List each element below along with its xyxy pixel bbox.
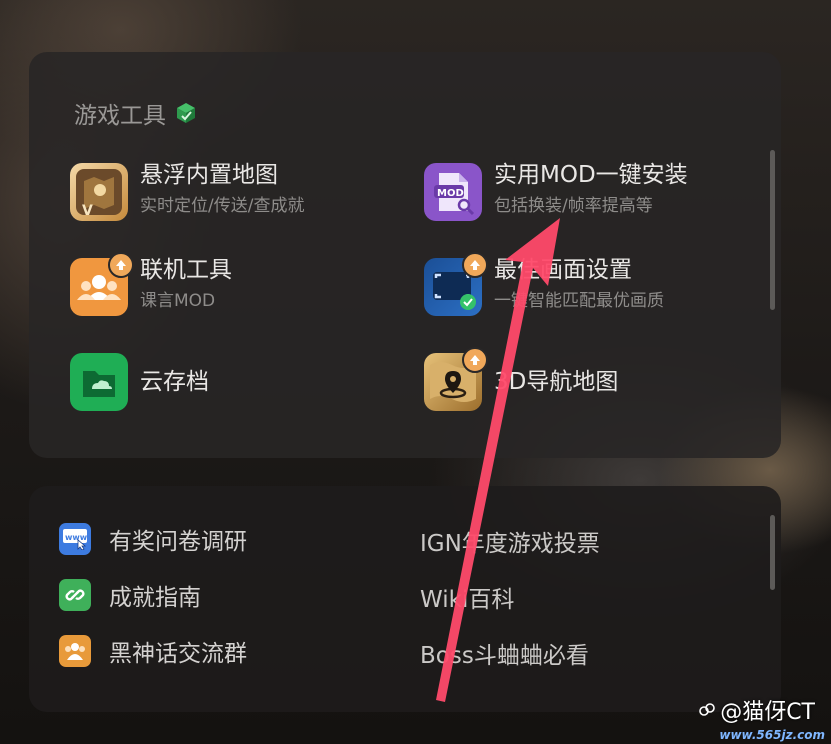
tool-subtitle: 课言MOD [140,291,216,311]
tool-title: 3D导航地图 [494,369,619,395]
watermark: @猫伢CT [698,694,815,726]
upgrade-badge-icon [462,252,488,278]
tool-mod-install[interactable]: MOD 实用MOD一键安装 包括换装/帧率提高等 [424,162,688,221]
map-icon: V [70,163,128,221]
svg-text:MOD: MOD [437,188,464,199]
watermark-text: @猫伢CT [720,700,815,725]
navigation-map-icon [424,347,488,411]
tool-title: 最佳画面设置 [494,257,632,283]
www-icon: www [59,523,91,555]
tool-title: 联机工具 [140,257,232,283]
section-header: 游戏工具 [74,96,198,130]
tool-subtitle: 一键智能匹配最优画质 [494,291,664,311]
tool-floating-map[interactable]: V 悬浮内置地图 实时定位/传送/查成就 [70,162,305,221]
tool-subtitle: 实时定位/传送/查成就 [140,196,305,216]
cube-icon [177,103,195,123]
section-title: 游戏工具 [74,103,166,129]
tool-multiplayer[interactable]: 联机工具 课言MOD [70,252,232,316]
tool-cloud-save[interactable]: 云存档 [70,353,209,411]
mod-file-icon: MOD [424,163,482,221]
link-label: 黑神话交流群 [109,641,247,667]
link-icon [59,579,91,611]
link-label: 有奖问卷调研 [109,529,247,555]
links-scrollbar[interactable] [770,515,775,590]
watermark-site: www.565jz.com [719,728,825,742]
tools-scrollbar[interactable] [770,150,775,310]
tool-subtitle: 包括换装/帧率提高等 [494,196,653,216]
tool-best-graphics[interactable]: 最佳画面设置 一键智能匹配最优画质 [424,252,664,316]
tool-3d-navigation-map[interactable]: 3D导航地图 [424,347,619,411]
tool-title: 悬浮内置地图 [140,162,278,188]
cloud-folder-icon [70,353,128,411]
users-icon [70,252,134,316]
link-survey[interactable]: www 有奖问卷调研 [59,522,247,556]
group-icon [59,635,91,667]
svg-text:V: V [82,203,93,219]
upgrade-badge-icon [462,347,488,373]
link-label: 成就指南 [109,585,201,611]
link-ign-vote[interactable]: IGN年度游戏投票 [420,524,600,558]
link-wiki[interactable]: Wiki百科 [420,580,514,614]
watermark-logo-icon [699,703,715,716]
tool-title: 实用MOD一键安装 [494,162,688,188]
svg-text:www: www [65,533,88,542]
upgrade-badge-icon [108,252,134,278]
screen-settings-icon [424,252,488,316]
tool-title: 云存档 [140,369,209,395]
link-boss-fights[interactable]: Boss斗蛐蛐必看 [420,636,589,670]
link-achievement-guide[interactable]: 成就指南 [59,578,201,612]
link-community-group[interactable]: 黑神话交流群 [59,634,247,668]
